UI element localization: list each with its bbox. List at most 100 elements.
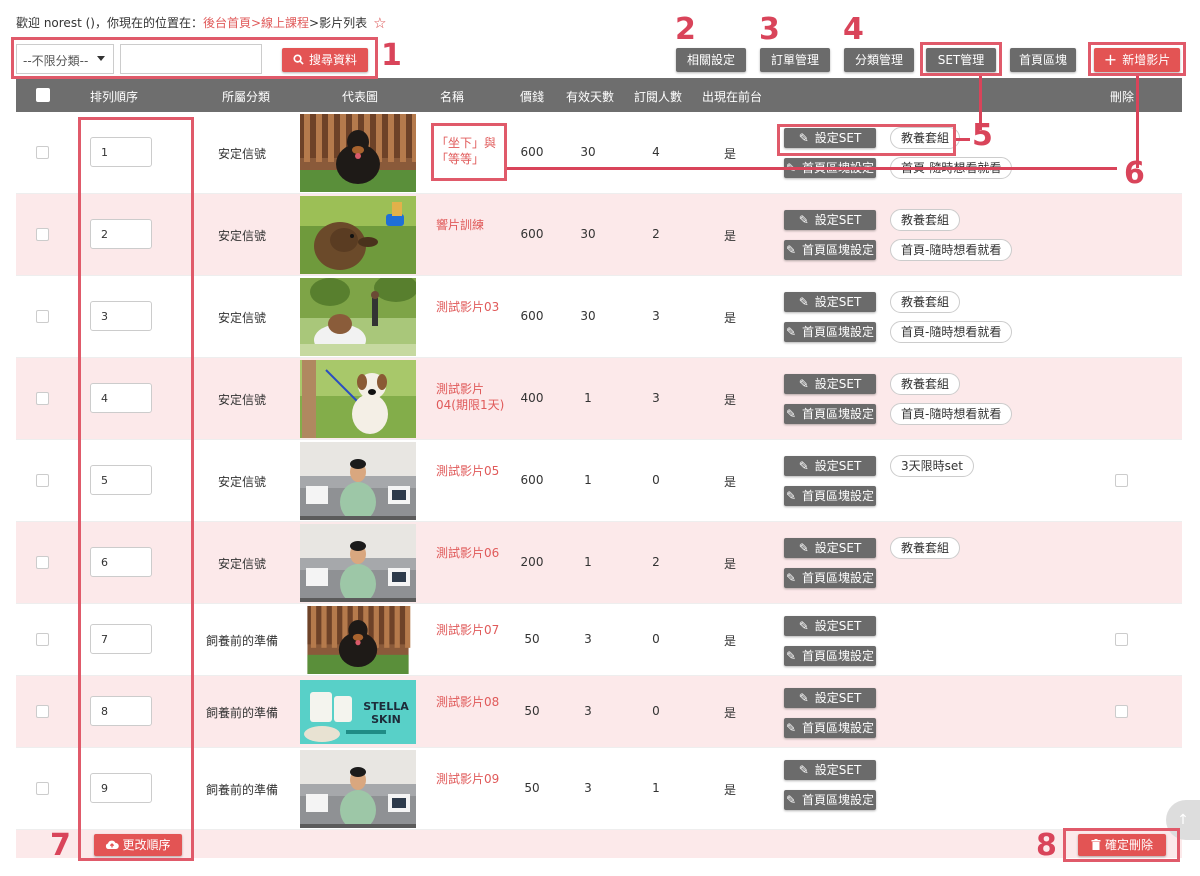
annotation-number-1: 1: [381, 38, 402, 73]
video-thumbnail[interactable]: [300, 278, 416, 356]
col-days: 有效天數: [566, 90, 615, 104]
set-config-label: 設定SET: [814, 213, 862, 227]
set-tag: 首頁-隨時想看就看: [890, 239, 1013, 261]
stella-line-1: STELLA: [363, 700, 409, 713]
home-block-config-label: 首頁區塊設定: [802, 243, 875, 257]
delete-checkbox[interactable]: [1115, 705, 1128, 718]
video-thumbnail[interactable]: [300, 442, 416, 520]
home-block-config-button[interactable]: ✎ 首頁區塊設定: [784, 240, 876, 260]
visible-cell: 是: [723, 783, 736, 797]
subscribers-cell: 1: [652, 781, 660, 795]
home-block-config-button[interactable]: ✎ 首頁區塊設定: [784, 568, 876, 588]
crumb-courses[interactable]: 線上課程: [261, 16, 309, 30]
price-cell: 200: [520, 555, 544, 569]
home-block-config-button[interactable]: ✎ 首頁區塊設定: [784, 718, 876, 738]
annotation-number-8: 8: [1036, 828, 1057, 863]
orders-button[interactable]: 訂單管理: [760, 48, 830, 72]
categories-button[interactable]: 分類管理: [844, 48, 914, 72]
set-config-button[interactable]: ✎ 設定SET: [784, 760, 876, 780]
row-checkbox[interactable]: [36, 782, 49, 795]
price-cell: 50: [524, 781, 540, 795]
row-checkbox[interactable]: [36, 705, 49, 718]
days-cell: 1: [584, 555, 592, 569]
annotation-box-name: [431, 123, 507, 181]
select-all-checkbox[interactable]: [36, 88, 50, 102]
pencil-icon: ✎: [785, 407, 797, 421]
star-icon[interactable]: ☆: [373, 14, 386, 32]
category-cell: 飼養前的準備: [205, 706, 278, 720]
row-checkbox[interactable]: [36, 146, 49, 159]
row-checkbox[interactable]: [36, 392, 49, 405]
related-settings-button[interactable]: 相關設定: [676, 48, 746, 72]
row-checkbox[interactable]: [36, 556, 49, 569]
video-thumbnail[interactable]: STELLA SKIN: [300, 680, 416, 744]
delete-checkbox[interactable]: [1115, 474, 1128, 487]
set-config-label: 設定SET: [814, 541, 862, 555]
annotation-number-2: 2: [675, 12, 696, 47]
pencil-icon: ✎: [785, 243, 797, 257]
video-name-link[interactable]: 測試影片08: [436, 694, 506, 710]
video-name-link[interactable]: 測試影片07: [436, 622, 506, 638]
video-name-link[interactable]: 測試影片05: [436, 463, 506, 479]
visible-cell: 是: [723, 706, 736, 720]
pencil-icon: ✎: [785, 649, 797, 663]
set-config-button[interactable]: ✎ 設定SET: [784, 292, 876, 312]
col-order: 排列順序: [90, 90, 139, 104]
home-blocks-button[interactable]: 首頁區塊: [1010, 48, 1076, 72]
pencil-icon: ✎: [798, 619, 809, 633]
set-tag: 首頁-隨時想看就看: [890, 403, 1013, 425]
video-thumbnail[interactable]: [300, 360, 416, 438]
video-name-link[interactable]: 響片訓練: [436, 217, 506, 233]
home-block-config-button[interactable]: ✎ 首頁區塊設定: [784, 646, 876, 666]
row-checkbox[interactable]: [36, 474, 49, 487]
crumb-home[interactable]: 後台首頁: [203, 16, 251, 30]
set-config-button[interactable]: ✎ 設定SET: [784, 616, 876, 636]
days-cell: 1: [584, 391, 592, 405]
crumb-current: 影片列表: [319, 16, 368, 30]
video-name-link[interactable]: 測試影片03: [436, 299, 506, 315]
days-cell: 1: [584, 473, 592, 487]
price-cell: 600: [520, 473, 544, 487]
video-thumbnail[interactable]: [300, 114, 416, 192]
home-block-config-label: 首頁區塊設定: [802, 325, 875, 339]
annotation-line-6b: [505, 167, 1117, 170]
category-cell: 安定信號: [217, 147, 266, 161]
set-config-button[interactable]: ✎ 設定SET: [784, 374, 876, 394]
row-checkbox[interactable]: [36, 633, 49, 646]
video-thumbnail[interactable]: [300, 750, 416, 828]
annotation-box-set: [920, 42, 1002, 76]
row-checkbox[interactable]: [36, 228, 49, 241]
pencil-icon: ✎: [785, 721, 797, 735]
home-block-config-label: 首頁區塊設定: [802, 793, 875, 807]
crumb-sep: >: [309, 16, 320, 30]
home-block-config-button[interactable]: ✎ 首頁區塊設定: [784, 322, 876, 342]
video-thumbnail[interactable]: [300, 196, 416, 274]
annotation-number-4: 4: [843, 12, 864, 47]
video-name-link[interactable]: 測試影片04(期限1天): [436, 381, 506, 413]
set-config-label: 設定SET: [814, 295, 862, 309]
delete-checkbox[interactable]: [1115, 633, 1128, 646]
row-checkbox[interactable]: [36, 310, 49, 323]
set-tag: 教養套組: [890, 537, 961, 559]
video-thumbnail[interactable]: [300, 524, 416, 602]
col-name: 名稱: [440, 90, 465, 104]
subscribers-cell: 0: [652, 704, 660, 718]
crumb-sep: >: [250, 16, 262, 30]
set-config-button[interactable]: ✎ 設定SET: [784, 456, 876, 476]
set-config-button[interactable]: ✎ 設定SET: [784, 538, 876, 558]
home-block-config-button[interactable]: ✎ 首頁區塊設定: [784, 790, 876, 810]
set-config-button[interactable]: ✎ 設定SET: [784, 210, 876, 230]
home-block-config-button[interactable]: ✎ 首頁區塊設定: [784, 404, 876, 424]
set-config-label: 設定SET: [814, 763, 862, 777]
pencil-icon: ✎: [798, 763, 809, 777]
home-block-config-button[interactable]: ✎ 首頁區塊設定: [784, 486, 876, 506]
subscribers-cell: 2: [652, 227, 660, 241]
visible-cell: 是: [723, 557, 736, 571]
set-config-button[interactable]: ✎ 設定SET: [784, 688, 876, 708]
video-name-link[interactable]: 測試影片06: [436, 545, 506, 561]
video-name-link[interactable]: 測試影片09: [436, 771, 506, 787]
video-thumbnail[interactable]: [300, 606, 416, 674]
visible-cell: 是: [723, 147, 736, 161]
category-cell: 飼養前的準備: [205, 783, 278, 797]
category-cell: 安定信號: [217, 229, 266, 243]
